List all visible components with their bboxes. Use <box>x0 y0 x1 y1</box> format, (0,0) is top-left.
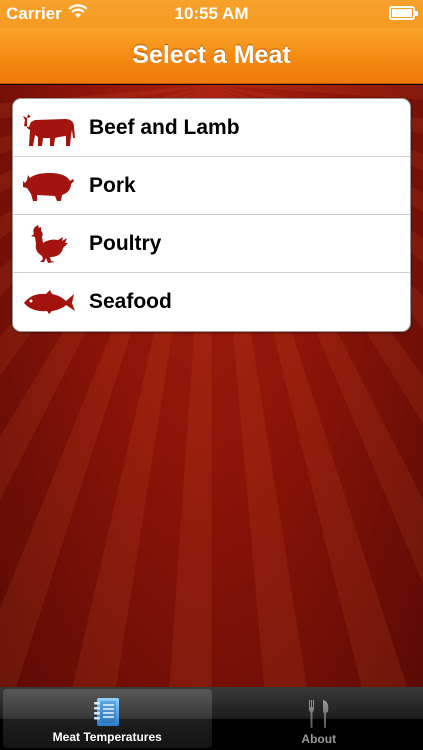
status-time: 10:55 AM <box>174 4 249 23</box>
pig-icon <box>13 157 85 215</box>
fork-knife-icon <box>304 696 334 732</box>
notebook-icon <box>92 694 122 730</box>
tab-label: Meat Temperatures <box>52 730 162 744</box>
status-bar: Carrier 10:55 AM <box>0 0 423 28</box>
list-item-label: Seafood <box>89 290 172 313</box>
battery-icon <box>389 6 418 20</box>
navigation-bar: Select a Meat <box>0 28 423 84</box>
cow-icon <box>13 99 85 157</box>
list-item-label: Poultry <box>89 231 162 255</box>
list-item-pork[interactable]: Pork <box>13 157 410 215</box>
list-item-beef-and-lamb[interactable]: Beef and Lamb <box>13 99 410 157</box>
list-item-label: Beef and Lamb <box>89 115 240 139</box>
tab-bar: Meat Temperatures About <box>0 687 423 750</box>
list-item-seafood[interactable]: Seafood <box>13 273 410 331</box>
page-title: Select a Meat <box>132 41 291 69</box>
tab-meat-temperatures[interactable]: Meat Temperatures <box>3 689 212 748</box>
tab-about[interactable]: About <box>215 687 423 750</box>
list-item-label: Pork <box>89 173 136 197</box>
list-item-poultry[interactable]: Poultry <box>13 215 410 273</box>
tab-label: About <box>301 732 337 746</box>
chicken-icon <box>13 215 85 273</box>
meat-list: Beef and Lamb Pork Poultry Seafood <box>12 98 411 332</box>
fish-icon <box>13 273 85 331</box>
